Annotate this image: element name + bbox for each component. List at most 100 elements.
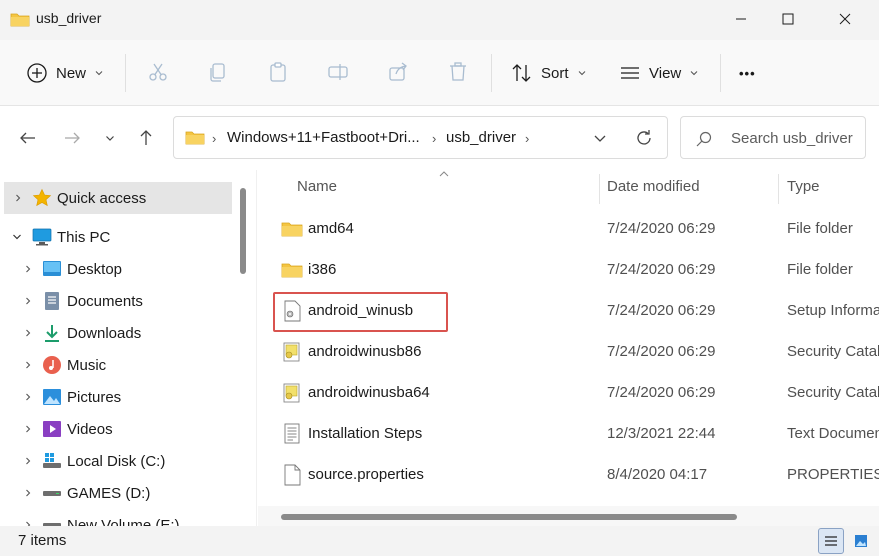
chevron-right-icon — [22, 295, 34, 307]
share-button[interactable] — [384, 58, 412, 86]
file-row-androidwinusba64[interactable]: androidwinusba64 7/24/2020 06:29 Securit… — [271, 375, 879, 411]
folder-icon — [281, 263, 303, 278]
file-type: Setup Informa — [787, 302, 879, 319]
file-name: androidwinusb86 — [308, 343, 422, 360]
address-history-button[interactable] — [592, 130, 608, 146]
refresh-icon — [637, 130, 651, 145]
breadcrumb-current-folder[interactable]: usb_driver — [446, 129, 516, 146]
file-row-installation-steps[interactable]: Installation Steps 12/3/2021 22:44 Text … — [271, 416, 879, 452]
chevron-right-icon — [22, 263, 34, 275]
rename-button[interactable] — [324, 58, 352, 86]
horizontal-scrollbar-thumb[interactable] — [281, 514, 737, 520]
nav-label: GAMES (D:) — [67, 484, 151, 502]
chevron-right-icon — [12, 192, 24, 204]
security-catalog-icon — [283, 383, 300, 403]
more-dots-icon: ••• — [739, 65, 756, 81]
column-header-name[interactable]: Name — [297, 178, 337, 195]
back-button[interactable] — [16, 126, 40, 150]
blank-file-icon — [284, 464, 301, 486]
chevron-down-icon — [690, 71, 698, 76]
view-button[interactable]: View — [619, 55, 699, 91]
nav-item-documents[interactable]: Documents — [0, 285, 236, 317]
up-button[interactable] — [134, 126, 158, 150]
nav-item-music[interactable]: Music — [0, 349, 236, 381]
nav-item-desktop[interactable]: Desktop — [0, 253, 236, 285]
window-title: usb_driver — [36, 10, 102, 26]
delete-button[interactable] — [444, 58, 472, 86]
file-date: 7/24/2020 06:29 — [607, 302, 716, 319]
item-count: 7 items — [18, 532, 67, 549]
file-explorer-window: usb_driver New Sort View ••• › Windows+1… — [0, 0, 879, 556]
details-view-button[interactable] — [818, 528, 844, 554]
nav-item-quick-access[interactable]: Quick access — [4, 182, 232, 214]
file-name: amd64 — [308, 220, 354, 237]
text-document-icon — [284, 423, 300, 444]
chevron-right-icon — [22, 359, 34, 371]
file-date: 7/24/2020 06:29 — [607, 220, 716, 237]
nav-label: Local Disk (C:) — [67, 452, 166, 470]
toolbar-separator — [125, 54, 126, 92]
maximize-button[interactable] — [765, 0, 811, 38]
toolbar-separator — [491, 54, 492, 92]
breadcrumb-chevron-icon: › — [212, 131, 217, 146]
breadcrumb-chevron-icon: › — [525, 131, 530, 146]
file-type: Security Catalo — [787, 343, 879, 360]
nav-label: Pictures — [67, 388, 122, 406]
music-icon — [43, 356, 61, 374]
file-date: 7/24/2020 06:29 — [607, 384, 716, 401]
forward-button[interactable] — [60, 126, 84, 150]
thumbnail-view-icon — [855, 535, 867, 547]
plus-circle-icon — [27, 63, 47, 83]
file-name: androidwinusba64 — [308, 384, 430, 401]
nav-item-local-disk-c[interactable]: Local Disk (C:) — [0, 445, 236, 477]
file-date: 8/4/2020 04:17 — [607, 466, 708, 483]
chevron-down-icon — [95, 71, 103, 76]
nav-label: This PC — [57, 228, 111, 246]
nav-item-videos[interactable]: Videos — [0, 413, 236, 445]
navigation-scrollbar[interactable] — [240, 188, 246, 274]
see-more-button[interactable]: ••• — [739, 55, 756, 91]
trash-icon — [450, 62, 466, 81]
chevron-right-icon — [22, 455, 34, 467]
recent-locations-button[interactable] — [98, 126, 122, 150]
folder-icon — [185, 131, 205, 145]
address-bar[interactable]: › Windows+11+Fastboot+Dri... › usb_drive… — [173, 116, 668, 159]
highlight-annotation — [273, 292, 448, 332]
documents-icon — [45, 292, 59, 310]
sort-button[interactable]: Sort — [511, 55, 587, 91]
nav-label: Quick access — [57, 189, 147, 207]
share-icon — [389, 62, 407, 81]
refresh-button[interactable] — [634, 128, 654, 148]
nav-item-this-pc[interactable]: This PC — [0, 221, 236, 253]
column-header-date[interactable]: Date modified — [607, 178, 700, 195]
chevron-right-icon — [22, 487, 34, 499]
column-divider[interactable] — [599, 174, 600, 204]
paste-button[interactable] — [264, 58, 292, 86]
minimize-button[interactable] — [718, 0, 764, 38]
file-row-source-properties[interactable]: source.properties 8/4/2020 04:17 PROPERT… — [271, 457, 879, 493]
nav-item-games-d[interactable]: GAMES (D:) — [0, 477, 236, 509]
copy-button[interactable] — [204, 58, 232, 86]
cut-button[interactable] — [144, 58, 172, 86]
sort-label: Sort — [541, 64, 569, 82]
file-date: 12/3/2021 22:44 — [607, 425, 716, 442]
nav-item-pictures[interactable]: Pictures — [0, 381, 236, 413]
large-icons-view-button[interactable] — [848, 528, 874, 554]
new-button[interactable]: New — [26, 55, 104, 91]
column-header-type[interactable]: Type — [787, 178, 820, 195]
nav-item-downloads[interactable]: Downloads — [0, 317, 236, 349]
downloads-icon — [45, 325, 59, 342]
column-divider[interactable] — [778, 174, 779, 204]
file-row-androidwinusb86[interactable]: androidwinusb86 7/24/2020 06:29 Security… — [271, 334, 879, 370]
breadcrumb-parent-folder[interactable]: Windows+11+Fastboot+Dri... — [227, 129, 420, 146]
nav-item-new-volume-e[interactable]: New Volume (E:) — [0, 509, 236, 526]
file-row-i386[interactable]: i386 7/24/2020 06:29 File folder — [271, 252, 879, 288]
close-button[interactable] — [822, 0, 868, 38]
sort-icon — [512, 64, 531, 82]
search-box[interactable]: Search usb_driver — [680, 116, 866, 159]
folder-icon — [281, 222, 303, 237]
windows-disk-icon — [43, 453, 61, 468]
file-row-amd64[interactable]: amd64 7/24/2020 06:29 File folder — [271, 211, 879, 247]
chevron-right-icon — [22, 391, 34, 403]
status-bar: 7 items — [0, 526, 879, 556]
